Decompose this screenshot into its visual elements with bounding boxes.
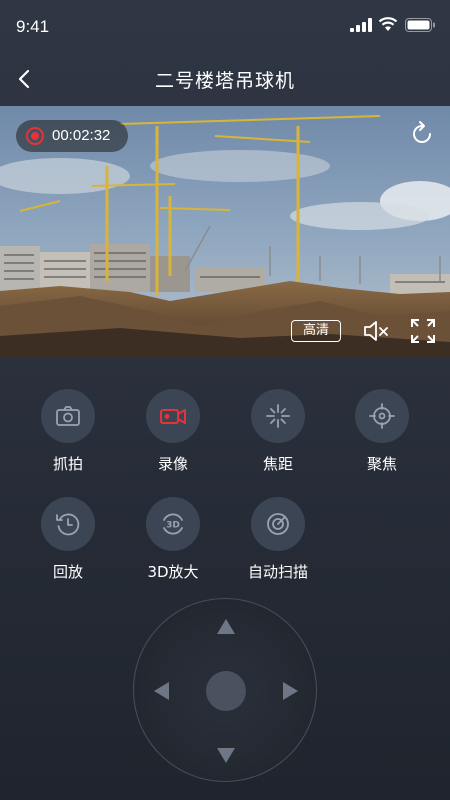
pan-right-arrow-icon[interactable] <box>280 681 300 701</box>
auto-scan-label: 自动扫描 <box>247 563 308 581</box>
status-time: 9:41 <box>16 17 50 36</box>
3d-zoom-label: 3D放大 <box>147 563 199 581</box>
pan-up-arrow-icon[interactable] <box>216 617 236 637</box>
wifi-icon <box>378 17 398 31</box>
page-title: 二号楼塔吊球机 <box>154 70 295 92</box>
auto-scan-icon <box>267 513 289 535</box>
focal-length-button[interactable]: 焦距 <box>233 389 323 479</box>
camera-video-feed[interactable]: 00:02:32 高清 <box>0 106 450 358</box>
video-record-icon <box>160 409 186 424</box>
svg-text:3D: 3D <box>166 521 180 531</box>
pan-left-arrow-icon[interactable] <box>152 681 172 701</box>
focus-button[interactable]: 聚焦 <box>337 389 427 479</box>
pan-down-arrow-icon[interactable] <box>216 745 236 765</box>
3d-zoom-button[interactable]: 3D 3D放大 <box>128 497 218 587</box>
nav-bar: 二号楼塔吊球机 <box>0 52 450 106</box>
mute-icon[interactable] <box>362 318 390 344</box>
camera-icon <box>56 406 80 426</box>
status-bar: 9:41 <box>0 0 450 52</box>
focus-label: 聚焦 <box>366 455 397 473</box>
auto-scan-button[interactable]: 自动扫描 <box>233 497 323 587</box>
joystick-center-knob[interactable] <box>206 671 246 711</box>
refresh-icon[interactable] <box>408 120 436 148</box>
snapshot-button[interactable]: 抓拍 <box>23 389 113 479</box>
playback-icon <box>56 513 80 536</box>
battery-icon <box>405 18 435 32</box>
recording-time: 00:02:32 <box>52 127 111 144</box>
3d-zoom-icon: 3D <box>163 513 183 535</box>
focal-length-icon <box>266 404 290 428</box>
quality-toggle-button[interactable]: 高清 <box>291 320 341 342</box>
fullscreen-icon[interactable] <box>410 318 436 344</box>
recording-indicator: 00:02:32 <box>16 120 128 152</box>
record-button[interactable]: 录像 <box>128 389 218 479</box>
record-dot-icon <box>26 127 44 145</box>
playback-button[interactable]: 回放 <box>23 497 113 587</box>
focal-length-label: 焦距 <box>262 455 293 473</box>
cellular-signal-icon <box>350 18 372 32</box>
focus-crosshair-icon <box>369 403 395 429</box>
snapshot-label: 抓拍 <box>52 455 83 473</box>
ptz-joystick[interactable] <box>133 598 317 782</box>
record-label: 录像 <box>157 455 188 473</box>
playback-label: 回放 <box>52 563 83 581</box>
